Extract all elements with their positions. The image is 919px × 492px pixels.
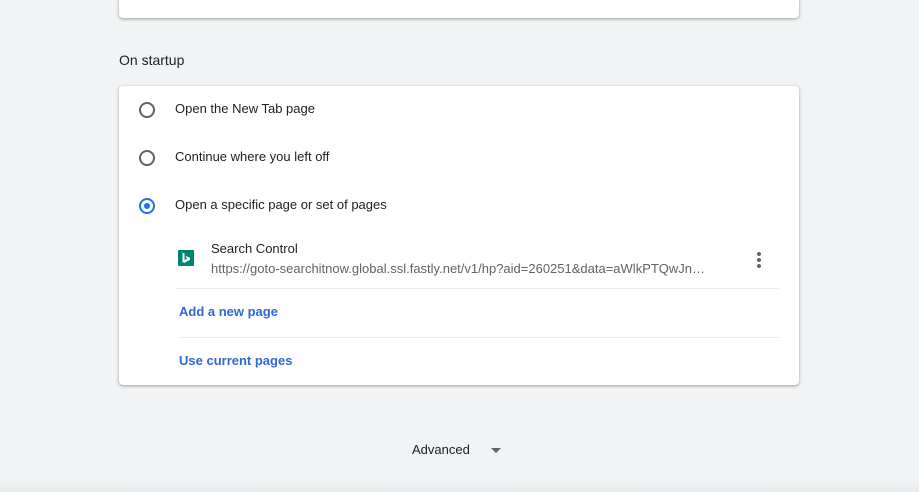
radio-button-unchecked[interactable]: [139, 150, 155, 166]
bing-favicon-icon: [178, 250, 194, 266]
radio-button-checked[interactable]: [139, 198, 155, 214]
add-new-page-link[interactable]: Add a new page: [179, 304, 278, 319]
radio-button-unchecked[interactable]: [139, 102, 155, 118]
radio-label: Open the New Tab page: [175, 101, 315, 116]
radio-label: Continue where you left off: [175, 149, 330, 164]
settings-page: On startup Open the New Tab page Continu…: [0, 0, 919, 492]
startup-page-entry: Search Control https://goto-searchitnow.…: [175, 234, 779, 289]
more-options-icon[interactable]: [747, 248, 771, 272]
startup-page-title: Search Control: [211, 241, 298, 256]
radio-option-specific-pages[interactable]: Open a specific page or set of pages: [119, 182, 799, 230]
radio-option-new-tab[interactable]: Open the New Tab page: [119, 86, 799, 134]
startup-page-url: https://goto-searchitnow.global.ssl.fast…: [211, 261, 706, 276]
add-page-row: Add a new page: [179, 288, 779, 336]
radio-option-continue[interactable]: Continue where you left off: [119, 134, 799, 182]
arrow-drop-down-icon: [491, 448, 501, 453]
use-current-pages-link[interactable]: Use current pages: [179, 353, 292, 368]
section-title-on-startup: On startup: [119, 52, 185, 68]
advanced-label: Advanced: [412, 442, 470, 457]
advanced-button[interactable]: Advanced: [412, 441, 501, 459]
use-current-row: Use current pages: [179, 337, 779, 386]
previous-section-card: [119, 0, 799, 18]
on-startup-card: Open the New Tab page Continue where you…: [119, 86, 799, 385]
radio-label: Open a specific page or set of pages: [175, 197, 387, 212]
bottom-edge: [0, 480, 919, 492]
